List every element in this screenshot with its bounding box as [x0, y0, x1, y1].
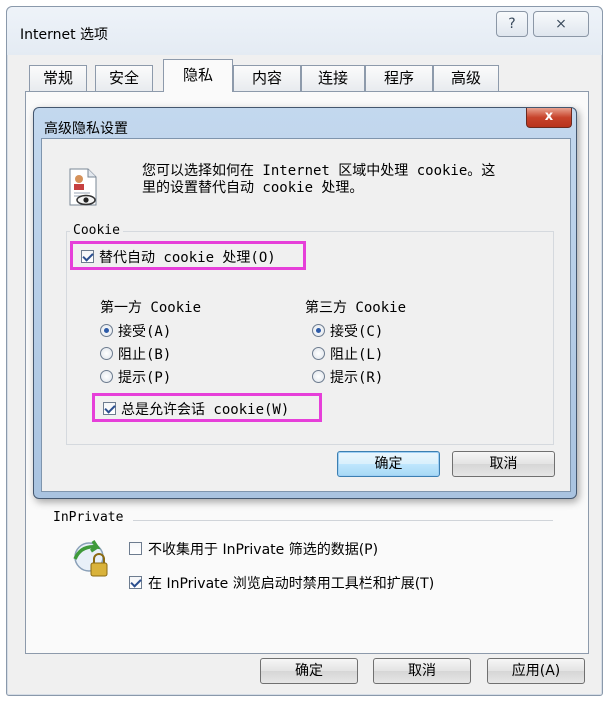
first-party-heading: 第一方 Cookie: [100, 300, 202, 316]
first-party-accept-label: 接受(A): [118, 324, 172, 340]
tab-general[interactable]: 常规: [29, 65, 87, 91]
first-party-block-radio[interactable]: [100, 347, 113, 360]
first-party-accept-radio[interactable]: [100, 324, 113, 337]
privacy-document-eye-icon: [69, 168, 97, 206]
third-party-accept-radio[interactable]: [312, 324, 325, 337]
close-button[interactable]: ⨯: [533, 11, 589, 37]
apply-button[interactable]: 应用(A): [487, 658, 585, 684]
cookie-group-label: Cookie: [70, 223, 123, 238]
third-party-heading: 第三方 Cookie: [305, 300, 407, 316]
group-divider: [133, 520, 553, 521]
dialog-body: 您可以选择如何在 Internet 区域中处理 cookie。这 里的设置替代自…: [41, 138, 571, 492]
tab-connections[interactable]: 连接: [301, 65, 365, 91]
tab-privacy[interactable]: 隐私: [163, 59, 233, 92]
inprivate-filtering-label: 不收集用于 InPrivate 筛选的数据(P): [148, 542, 379, 558]
third-party-accept-label: 接受(C): [330, 324, 384, 340]
first-party-block-label: 阻止(B): [118, 347, 172, 363]
inprivate-lock-icon: [73, 540, 108, 577]
tab-content[interactable]: 内容: [233, 65, 301, 91]
description-line-1: 您可以选择如何在 Internet 区域中处理 cookie。这: [142, 163, 496, 179]
advanced-privacy-settings-dialog: 高级隐私设置 x 您可以选择如何在 Internet 区域中处理 cookie。…: [33, 107, 577, 499]
cancel-button[interactable]: 取消: [373, 658, 471, 684]
dialog-ok-button[interactable]: 确定: [337, 451, 440, 477]
disable-toolbars-checkbox[interactable]: [129, 576, 142, 589]
always-session-cookie-label: 总是允许会话 cookie(W): [121, 402, 290, 418]
override-auto-cookie-checkbox[interactable]: [81, 250, 94, 263]
dialog-cancel-button[interactable]: 取消: [452, 451, 555, 477]
dialog-title: 高级隐私设置: [44, 121, 128, 137]
first-party-prompt-radio[interactable]: [100, 370, 113, 383]
override-auto-cookie-label: 替代自动 cookie 处理(O): [99, 250, 276, 266]
first-party-prompt-label: 提示(P): [118, 370, 172, 386]
tab-security[interactable]: 安全: [95, 65, 153, 91]
disable-toolbars-label: 在 InPrivate 浏览启动时禁用工具栏和扩展(T): [148, 576, 435, 592]
help-button[interactable]: ?: [496, 11, 528, 37]
always-session-cookie-checkbox[interactable]: [103, 402, 116, 415]
dialog-close-button[interactable]: x: [526, 108, 572, 128]
inprivate-filtering-checkbox[interactable]: [129, 542, 142, 555]
third-party-prompt-label: 提示(R): [330, 370, 384, 386]
tab-programs[interactable]: 程序: [365, 65, 433, 91]
description-text: 您可以选择如何在 Internet 区域中处理 cookie。这 里的设置替代自…: [142, 163, 552, 197]
third-party-prompt-radio[interactable]: [312, 370, 325, 383]
third-party-block-label: 阻止(L): [330, 347, 384, 363]
third-party-block-radio[interactable]: [312, 347, 325, 360]
tab-advanced[interactable]: 高级: [433, 65, 499, 91]
title-bar: Internet 选项 ? ⨯: [7, 7, 602, 55]
description-line-2: 里的设置替代自动 cookie 处理。: [142, 180, 364, 196]
inprivate-group-label: InPrivate: [51, 510, 126, 525]
ok-button[interactable]: 确定: [260, 658, 358, 684]
window-title: Internet 选项: [20, 27, 109, 43]
